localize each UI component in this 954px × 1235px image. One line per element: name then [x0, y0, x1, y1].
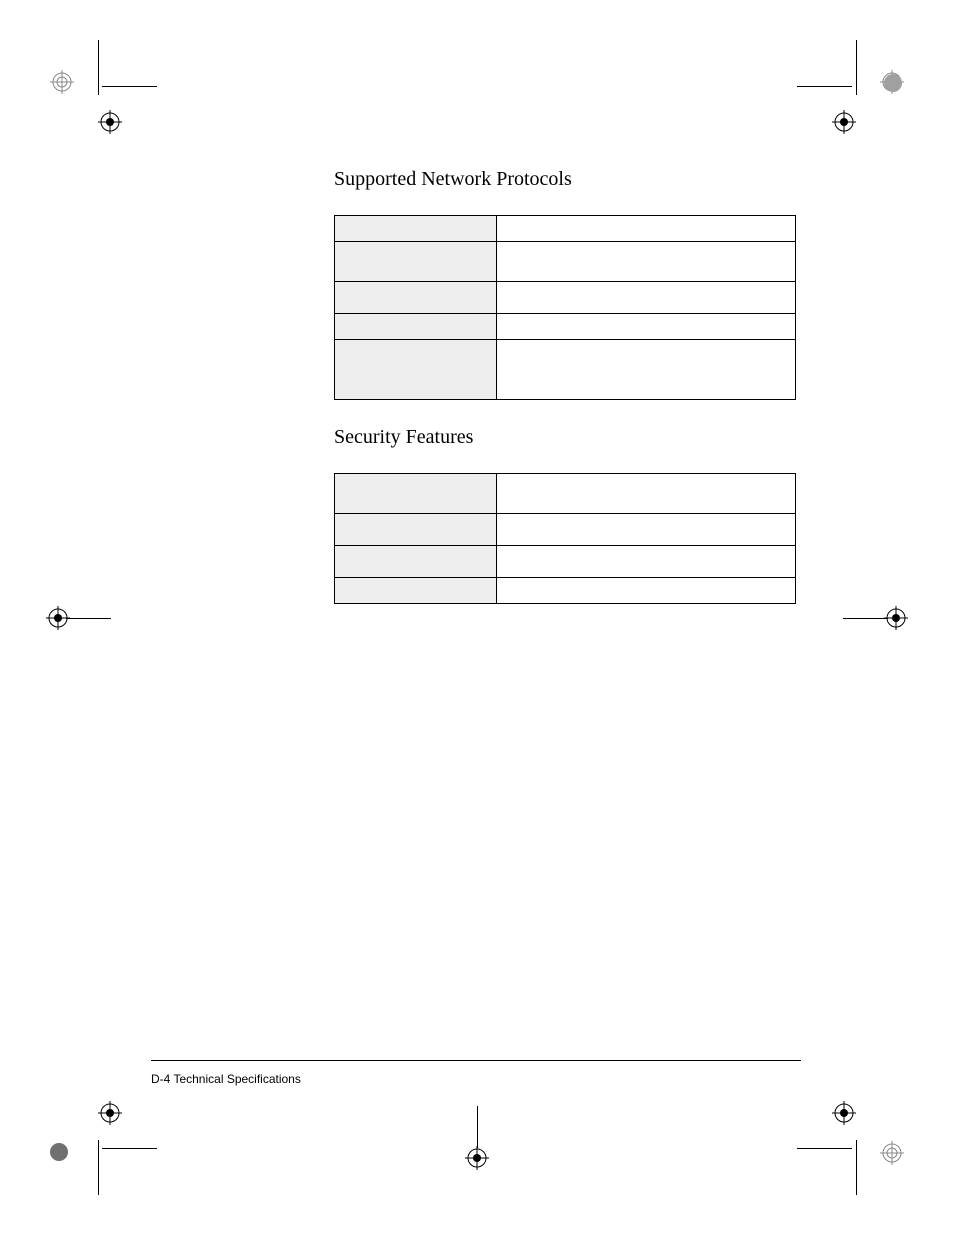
table-row	[335, 282, 796, 314]
registration-mark-icon	[832, 110, 856, 134]
table-value-cell	[497, 216, 796, 242]
table-value-cell	[497, 282, 796, 314]
registration-mark-icon	[465, 1146, 489, 1170]
table-row	[335, 474, 796, 514]
registration-mark-icon	[832, 1101, 856, 1125]
table-label-cell	[335, 340, 497, 400]
table-row	[335, 340, 796, 400]
table-value-cell	[497, 578, 796, 604]
table-row	[335, 514, 796, 546]
table-label-cell	[335, 546, 497, 578]
crop-mark-mid-right	[884, 606, 908, 635]
security-table	[334, 473, 796, 604]
table-row	[335, 314, 796, 340]
footer-divider	[151, 1060, 801, 1061]
table-row	[335, 242, 796, 282]
table-label-cell	[335, 282, 497, 314]
table-value-cell	[497, 242, 796, 282]
table-value-cell	[497, 314, 796, 340]
table-row	[335, 546, 796, 578]
table-value-cell	[497, 546, 796, 578]
table-label-cell	[335, 578, 497, 604]
color-dot-icon	[884, 74, 902, 92]
table-label-cell	[335, 514, 497, 546]
registration-mark-icon	[98, 110, 122, 134]
heading-protocols: Supported Network Protocols	[334, 168, 796, 191]
page-content: Supported Network Protocols Security Fea…	[334, 168, 796, 604]
registration-mark-icon	[880, 1141, 904, 1165]
table-value-cell	[497, 474, 796, 514]
table-label-cell	[335, 474, 497, 514]
color-dot-icon	[50, 1143, 68, 1161]
crop-mark-mid-left	[46, 606, 70, 635]
heading-security: Security Features	[334, 426, 796, 449]
table-value-cell	[497, 340, 796, 400]
table-label-cell	[335, 216, 497, 242]
registration-mark-icon	[50, 70, 74, 94]
table-label-cell	[335, 242, 497, 282]
protocols-table	[334, 215, 796, 400]
table-row	[335, 578, 796, 604]
table-label-cell	[335, 314, 497, 340]
table-value-cell	[497, 514, 796, 546]
table-row	[335, 216, 796, 242]
registration-mark-icon	[98, 1101, 122, 1125]
crop-mark-bottom-center	[465, 1146, 489, 1175]
page-footer: D-4 Technical Specifications	[151, 1072, 301, 1086]
